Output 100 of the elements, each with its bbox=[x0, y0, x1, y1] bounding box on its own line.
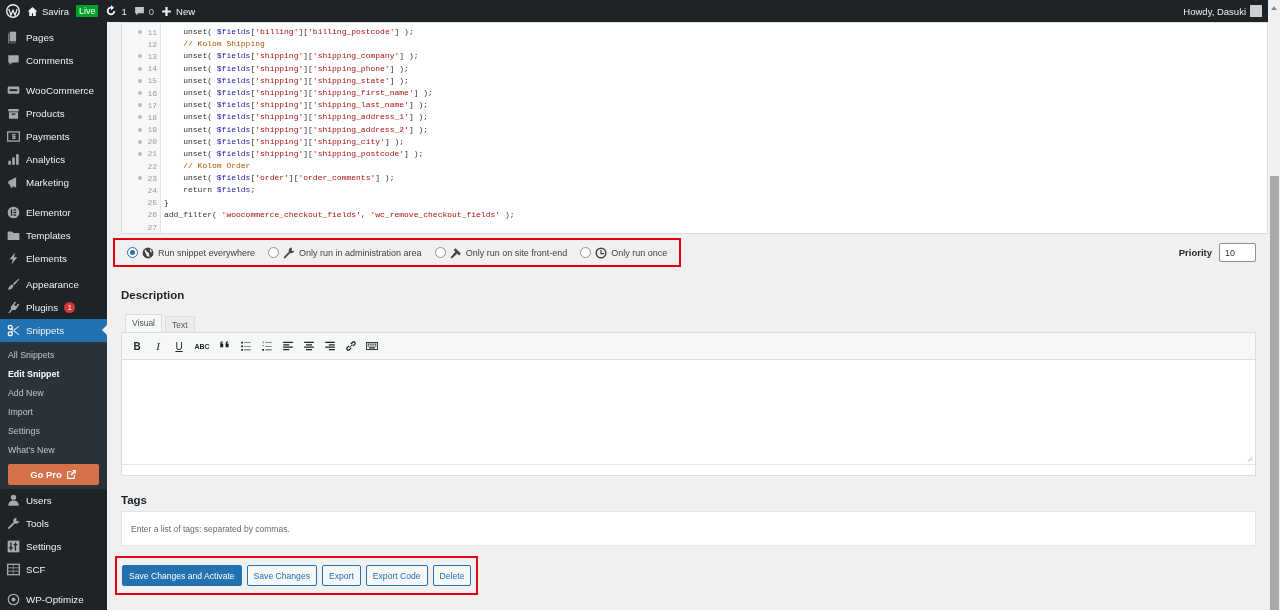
speech-bubble-icon bbox=[133, 5, 145, 17]
user-icon bbox=[7, 494, 20, 507]
italic-button[interactable]: I bbox=[151, 339, 165, 353]
align-left-icon[interactable] bbox=[282, 340, 294, 352]
speech-bubble-icon bbox=[7, 54, 20, 67]
sidebar-menu-item[interactable]: Plugins 1 bbox=[0, 296, 107, 319]
radio-button[interactable] bbox=[580, 247, 592, 258]
action-button[interactable]: Save Changes bbox=[246, 565, 317, 586]
editor-tab[interactable]: Visual bbox=[125, 314, 162, 332]
radio-label[interactable]: Only run in administration area bbox=[299, 247, 422, 258]
align-right-icon[interactable] bbox=[324, 340, 336, 352]
bar-chart-icon bbox=[7, 153, 20, 166]
bullet-list-icon[interactable] bbox=[240, 340, 252, 352]
code-line: unset( $fields['shipping']['shipping_postcode'] ); bbox=[182, 147, 424, 160]
code-line: unset( $fields['shipping']['shipping_address_1'] ); bbox=[182, 111, 429, 124]
radio-label[interactable]: Only run once bbox=[611, 247, 668, 258]
sidebar-menu-item[interactable]: Snippets bbox=[0, 319, 107, 342]
sidebar-menu-item[interactable]: Users bbox=[0, 489, 107, 512]
external-link-icon bbox=[65, 469, 77, 480]
scrollbar-thumb[interactable] bbox=[1269, 176, 1279, 610]
sidebar-menu-item[interactable]: WP-Optimize bbox=[0, 588, 107, 610]
section-heading: Tags bbox=[121, 494, 148, 506]
link-icon[interactable] bbox=[345, 340, 357, 352]
refresh-icon bbox=[105, 5, 118, 17]
radio-button[interactable] bbox=[268, 247, 280, 258]
submenu-item[interactable]: All Snippets bbox=[0, 346, 107, 365]
action-button[interactable]: Save Changes and Activate bbox=[122, 565, 242, 586]
tags-field[interactable]: Enter a list of tags: separated by commas. bbox=[121, 511, 1256, 546]
line-number: 14 bbox=[147, 64, 157, 74]
sidebar-menu-item[interactable]: SCF bbox=[0, 558, 107, 581]
code-line: add_filter( 'woocommerce_checkout_fields', 'wc_remove_checkout_fields' ); bbox=[164, 208, 515, 221]
resize-handle-icon bbox=[1247, 456, 1253, 462]
priority-label: Priority bbox=[1178, 247, 1212, 258]
action-button[interactable]: Export Code bbox=[365, 565, 428, 586]
submenu-item[interactable]: Add New bbox=[0, 384, 107, 403]
sidebar-menu-item[interactable]: Templates bbox=[0, 224, 107, 247]
line-number: 12 bbox=[147, 39, 157, 49]
code-line: unset( $fields['shipping']['shipping_state'] ); bbox=[182, 74, 409, 87]
sliders-icon bbox=[7, 540, 20, 553]
sidebar-menu-item[interactable]: Marketing bbox=[0, 171, 107, 194]
greeting-link[interactable]: Howdy, Dasuki bbox=[1183, 5, 1246, 17]
sidebar-menu-item[interactable]: Products bbox=[0, 102, 107, 125]
box-icon bbox=[7, 107, 20, 120]
hammer-icon bbox=[449, 246, 462, 259]
line-number: 19 bbox=[147, 125, 157, 135]
action-button[interactable]: Delete bbox=[432, 565, 472, 586]
line-number: 18 bbox=[147, 112, 157, 122]
description-editor-field[interactable] bbox=[122, 360, 1255, 464]
sidebar-menu-item[interactable]: Payments bbox=[0, 125, 107, 148]
plug-icon bbox=[7, 301, 20, 314]
sidebar-menu-item[interactable]: Settings bbox=[0, 535, 107, 558]
paintbrush-icon bbox=[7, 278, 20, 291]
sidebar-menu-item[interactable]: Tools bbox=[0, 512, 107, 535]
sidebar-menu-item[interactable]: Pages bbox=[0, 26, 107, 49]
underline-button[interactable]: U bbox=[172, 339, 186, 353]
globe-icon bbox=[142, 246, 154, 259]
align-center-icon[interactable] bbox=[303, 340, 315, 352]
radio-label[interactable]: Only run on site front-end bbox=[465, 247, 568, 258]
sidebar-menu-item[interactable]: Analytics bbox=[0, 148, 107, 171]
scissors-icon bbox=[7, 324, 20, 337]
code-line: unset( $fields['shipping']['shipping_first_name'] ); bbox=[182, 86, 433, 99]
folder-icon bbox=[7, 229, 20, 242]
numbered-list-icon[interactable] bbox=[261, 340, 273, 352]
code-line: unset( $fields['shipping']['shipping_city'] ); bbox=[182, 135, 405, 148]
clock-icon bbox=[595, 246, 608, 259]
code-line: return $fields; bbox=[182, 184, 256, 197]
line-number: 27 bbox=[147, 222, 157, 232]
avatar-placeholder bbox=[1250, 5, 1262, 17]
editor-tab[interactable]: Text bbox=[165, 316, 195, 332]
submenu-item[interactable]: Settings bbox=[0, 422, 107, 441]
section-heading: Description bbox=[121, 289, 186, 301]
sidebar-menu-item[interactable]: Comments bbox=[0, 49, 107, 72]
submenu-item[interactable]: What's New bbox=[0, 441, 107, 460]
radio-label[interactable]: Run snippet everywhere bbox=[158, 247, 256, 258]
submenu-item[interactable]: Import bbox=[0, 403, 107, 422]
line-number: 11 bbox=[147, 27, 157, 37]
sidebar-menu-item[interactable]: Appearance bbox=[0, 273, 107, 296]
plus-icon bbox=[161, 5, 173, 17]
code-line: unset( $fields['billing']['billing_postcode'] ); bbox=[182, 26, 414, 38]
new-link[interactable]: New bbox=[176, 5, 196, 17]
line-number: 20 bbox=[147, 137, 157, 147]
home-icon bbox=[27, 5, 38, 17]
comments-count[interactable]: 0 bbox=[148, 5, 155, 17]
sidebar-menu-item[interactable]: Elementor bbox=[0, 201, 107, 224]
code-line: unset( $fields['order']['order_comments'] ); bbox=[182, 172, 395, 185]
code-line: // Kolom Order bbox=[182, 160, 251, 173]
sidebar-menu-item[interactable]: WooCommerce bbox=[0, 79, 107, 102]
site-name-link[interactable]: Savira bbox=[42, 5, 69, 17]
code-line: unset( $fields['shipping']['shipping_last_name'] ); bbox=[182, 99, 429, 112]
priority-field[interactable]: 10 bbox=[1219, 243, 1256, 262]
sidebar-menu-item[interactable]: Elements bbox=[0, 247, 107, 270]
updates-count[interactable]: 1 bbox=[121, 5, 127, 17]
radio-button[interactable] bbox=[127, 247, 138, 258]
radio-button[interactable] bbox=[434, 247, 446, 258]
bold-button[interactable]: B bbox=[130, 339, 144, 353]
keyboard-icon[interactable] bbox=[366, 340, 378, 352]
code-line: unset( $fields['shipping']['shipping_company'] ); bbox=[182, 50, 419, 63]
submenu-item[interactable]: Edit Snippet bbox=[0, 365, 107, 384]
wrench-icon bbox=[7, 517, 20, 530]
action-button[interactable]: Export bbox=[322, 565, 361, 586]
